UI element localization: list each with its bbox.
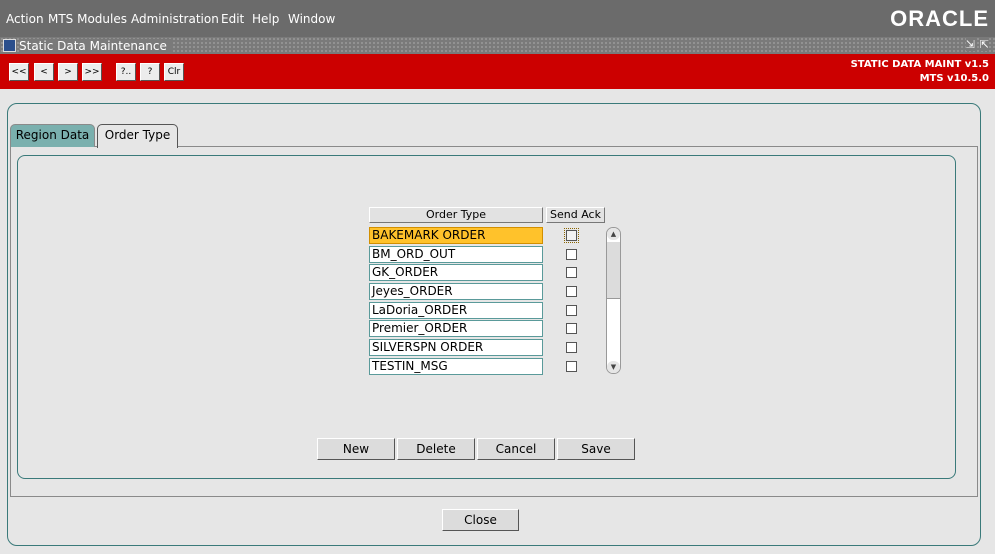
clear-button[interactable]: Clr — [164, 63, 184, 81]
send-ack-checkbox[interactable] — [566, 361, 577, 372]
send-ack-checkbox[interactable] — [566, 305, 577, 316]
minimize-icon[interactable]: ⇲ — [965, 38, 975, 51]
maximize-icon[interactable]: ⇱ — [979, 38, 989, 51]
menu-window[interactable]: Window — [288, 12, 335, 26]
order-type-field[interactable]: BM_ORD_OUT — [369, 246, 543, 263]
order-type-field[interactable]: GK_ORDER — [369, 264, 543, 281]
order-type-field[interactable]: TESTIN_MSG — [369, 358, 543, 375]
last-record-button[interactable]: >> — [82, 63, 102, 81]
menu-edit[interactable]: Edit — [221, 12, 244, 26]
cancel-button[interactable]: Cancel — [477, 438, 555, 460]
scroll-down-icon[interactable]: ▼ — [607, 361, 620, 373]
save-button[interactable]: Save — [557, 438, 635, 460]
send-ack-checkbox[interactable] — [566, 267, 577, 278]
list-of-values-button[interactable]: ?.. — [116, 63, 136, 81]
order-type-field[interactable]: Premier_ORDER — [369, 320, 543, 337]
column-header-order-type: Order Type — [369, 207, 543, 223]
send-ack-checkbox[interactable] — [566, 323, 577, 334]
oracle-logo: ORACLE — [890, 6, 989, 31]
menu-action[interactable]: Action — [6, 12, 44, 26]
module-version: MTS v10.5.0 — [919, 73, 989, 84]
next-record-button[interactable]: > — [58, 63, 78, 81]
send-ack-checkbox[interactable] — [564, 228, 579, 243]
order-type-field[interactable]: Jeyes_ORDER — [369, 283, 543, 300]
toolbar: << < > >> ?.. ? Clr STATIC DATA MAINT v1… — [0, 54, 995, 89]
order-type-field[interactable]: SILVERSPN ORDER — [369, 339, 543, 356]
order-type-field[interactable]: BAKEMARK ORDER — [369, 227, 543, 244]
new-button[interactable]: New — [317, 438, 395, 460]
module-name: STATIC DATA MAINT v1.5 — [850, 59, 989, 70]
previous-record-button[interactable]: < — [34, 63, 54, 81]
first-record-button[interactable]: << — [9, 63, 29, 81]
menu-administration[interactable]: Administration — [131, 12, 219, 26]
scroll-up-icon[interactable]: ▲ — [607, 228, 620, 240]
order-type-field[interactable]: LaDoria_ORDER — [369, 302, 543, 319]
tab-order-type[interactable]: Order Type — [97, 124, 178, 148]
send-ack-checkbox[interactable] — [566, 249, 577, 260]
send-ack-checkbox[interactable] — [566, 286, 577, 297]
help-button[interactable]: ? — [140, 63, 160, 81]
send-ack-checkbox[interactable] — [566, 342, 577, 353]
menu-mts-modules[interactable]: MTS Modules — [48, 12, 127, 26]
tab-region-data[interactable]: Region Data — [10, 124, 95, 147]
menu-bar: Action MTS Modules Administration Edit H… — [0, 0, 995, 37]
delete-button[interactable]: Delete — [397, 438, 475, 460]
window-app-icon — [3, 39, 16, 52]
window-title-bar: Static Data Maintenance ⇲ ⇱ — [0, 37, 995, 54]
scroll-thumb[interactable] — [607, 241, 620, 299]
grid-scrollbar[interactable]: ▲ ▼ — [606, 227, 621, 374]
window-title: Static Data Maintenance — [19, 39, 171, 53]
close-button[interactable]: Close — [442, 509, 519, 531]
menu-help[interactable]: Help — [252, 12, 279, 26]
column-header-send-ack: Send Ack — [546, 207, 605, 223]
